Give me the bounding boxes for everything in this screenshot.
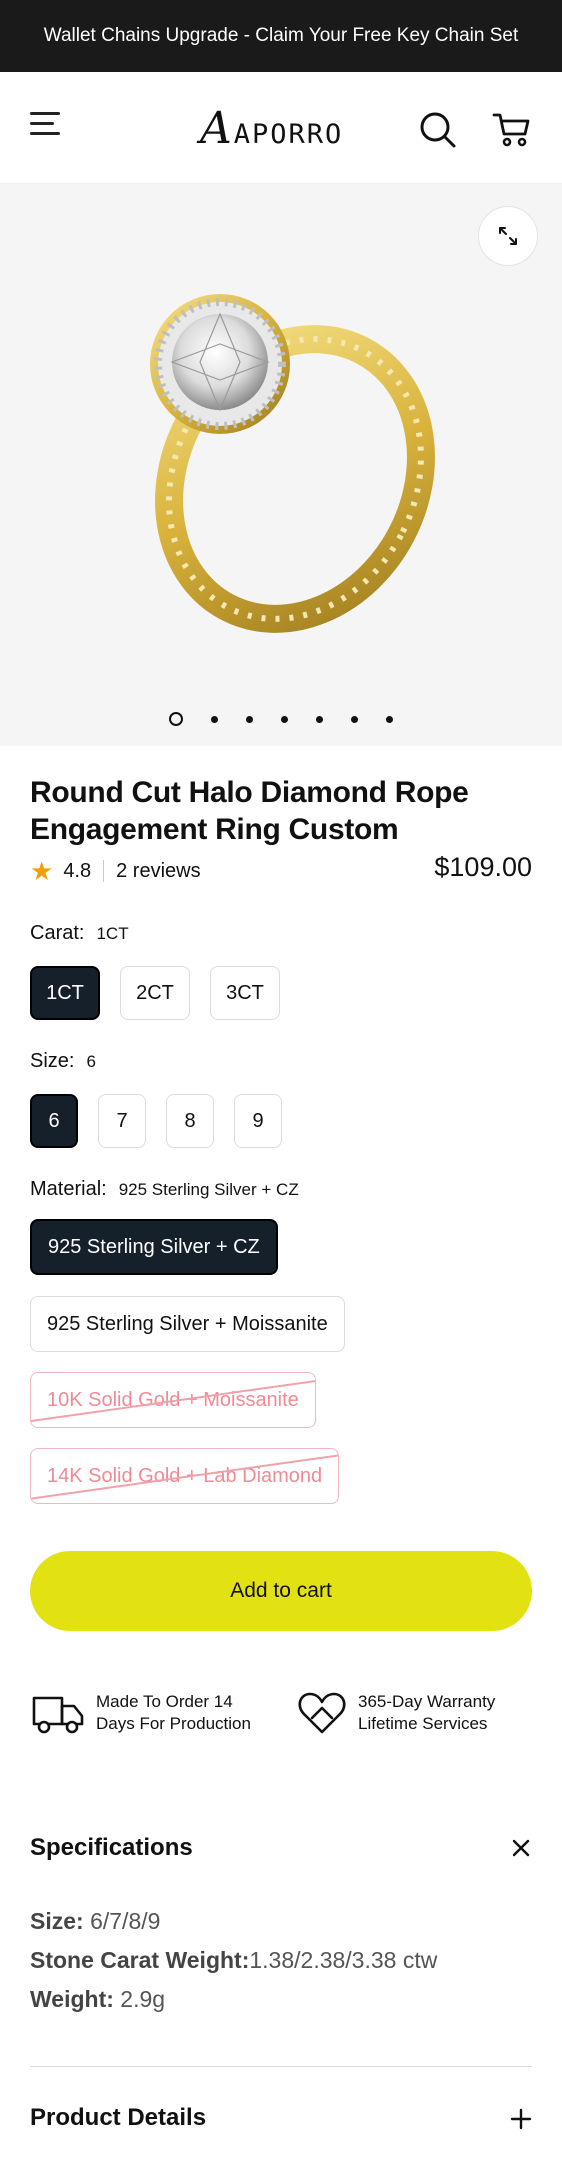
material-option[interactable]: 10K Solid Gold + Moissanite xyxy=(30,1372,316,1428)
gallery-dot[interactable] xyxy=(281,715,288,723)
announcement-bar: Wallet Chains Upgrade - Claim Your Free … xyxy=(0,0,562,72)
close-icon[interactable] xyxy=(510,1837,532,1859)
reviews-link[interactable]: 2 reviews xyxy=(116,860,200,883)
plus-icon[interactable] xyxy=(510,2108,532,2130)
feature-warranty-line2: Lifetime Services xyxy=(358,1714,488,1733)
feature-warranty-line1: 365-Day Warranty xyxy=(358,1692,496,1711)
gallery-dot[interactable] xyxy=(386,715,393,723)
spec-size-key: Size: xyxy=(30,1908,84,1934)
material-option[interactable]: 925 Sterling Silver + CZ xyxy=(30,1219,278,1275)
size-label: Size: 6 xyxy=(30,1050,96,1073)
spec-weight-key: Weight: xyxy=(30,1986,114,2012)
product-image xyxy=(150,294,435,633)
product-price: $109.00 xyxy=(434,852,532,882)
size-option[interactable]: 9 xyxy=(234,1094,282,1148)
spec-size-value: 6/7/8/9 xyxy=(83,1908,161,1934)
feature-production-line2: Days For Production xyxy=(96,1714,251,1733)
spec-weight: Weight: 2.9g xyxy=(30,1980,532,2019)
carat-label-text: Carat: xyxy=(30,922,85,944)
size-label-text: Size: xyxy=(30,1050,75,1072)
carat-option[interactable]: 2CT xyxy=(120,966,190,1020)
gallery-pagination xyxy=(0,712,562,726)
spec-carat-weight-key: Stone Carat Weight: xyxy=(30,1947,250,1973)
heart-hands-icon xyxy=(298,1692,346,1734)
size-option[interactable]: 7 xyxy=(98,1094,146,1148)
size-option[interactable]: 6 xyxy=(30,1094,78,1148)
carat-option[interactable]: 1CT xyxy=(30,966,100,1020)
material-option[interactable]: 14K Solid Gold + Lab Diamond xyxy=(30,1448,340,1504)
spec-weight-value: 2.9g xyxy=(113,1986,166,2012)
rating-divider xyxy=(103,860,105,882)
expand-icon[interactable] xyxy=(478,206,538,266)
material-label-text: Material: xyxy=(30,1178,107,1200)
gallery-dot[interactable] xyxy=(351,715,358,723)
material-selected-value: 925 Sterling Silver + CZ xyxy=(118,1180,299,1199)
gallery-dot[interactable] xyxy=(246,715,253,723)
spec-carat-weight: Stone Carat Weight:1.38/2.38/3.38 ctw xyxy=(30,1941,532,1980)
star-icon: ★ xyxy=(30,856,54,886)
logo-mark: A xyxy=(200,103,232,154)
search-icon[interactable] xyxy=(418,110,458,150)
truck-icon xyxy=(32,1696,84,1734)
spec-size: Size: 6/7/8/9 xyxy=(30,1902,532,1941)
menu-icon[interactable] xyxy=(30,112,64,142)
size-option[interactable]: 8 xyxy=(166,1094,214,1148)
product-gallery[interactable] xyxy=(0,184,562,746)
carat-option[interactable]: 3CT xyxy=(210,966,280,1020)
carat-selected-value: 1CT xyxy=(96,924,129,943)
carat-options: 1CT 2CT 3CT xyxy=(30,966,300,1020)
gallery-dot[interactable] xyxy=(169,712,183,726)
product-details-heading[interactable]: Product Details xyxy=(30,2104,206,2132)
site-header: A APORRO xyxy=(0,72,562,184)
spec-carat-weight-value: 1.38/2.38/3.38 ctw xyxy=(249,1947,438,1973)
rating-summary: ★ 4.8 2 reviews xyxy=(30,858,201,884)
size-options: 6789 xyxy=(30,1094,302,1148)
feature-production: Made To Order 14 Days For Production xyxy=(30,1688,251,1738)
size-selected-value: 6 xyxy=(86,1052,96,1071)
feature-warranty: 365-Day Warranty Lifetime Services xyxy=(296,1688,495,1738)
rating-value: 4.8 xyxy=(63,859,92,882)
section-divider xyxy=(30,2066,532,2067)
cart-icon[interactable] xyxy=(492,110,532,150)
brand-logo[interactable]: A APORRO xyxy=(200,102,343,156)
logo-text: APORRO xyxy=(233,118,344,150)
specifications-heading[interactable]: Specifications xyxy=(30,1834,193,1862)
material-label: Material: 925 Sterling Silver + CZ xyxy=(30,1178,299,1201)
product-title: Round Cut Halo Diamond Rope Engagement R… xyxy=(30,776,469,846)
gallery-dot[interactable] xyxy=(211,715,218,723)
add-to-cart-button[interactable]: Add to cart xyxy=(30,1551,532,1631)
feature-production-line1: Made To Order 14 xyxy=(96,1692,233,1711)
carat-label: Carat: 1CT xyxy=(30,922,129,945)
material-option[interactable]: 925 Sterling Silver + Moissanite xyxy=(30,1296,345,1352)
specifications-list: Size: 6/7/8/9 Stone Carat Weight:1.38/2.… xyxy=(30,1902,532,2019)
announcement-text: Wallet Chains Upgrade - Claim Your Free … xyxy=(43,25,519,46)
gallery-dot[interactable] xyxy=(316,715,323,723)
